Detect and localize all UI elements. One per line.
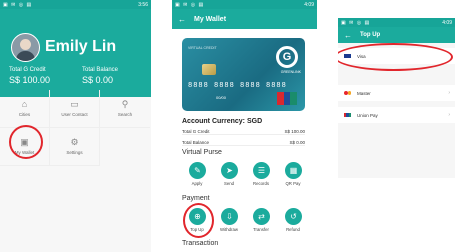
back-arrow-icon[interactable]: ← bbox=[344, 31, 352, 40]
greenlink-logo-icon: G bbox=[276, 46, 298, 68]
profile-screen: ▣ ✉ ◎ ▤ 3:56 Emily Lin Total G Credit S$… bbox=[0, 0, 151, 252]
highlight-ring-top-up bbox=[183, 203, 214, 238]
menu-item-settings[interactable]: ⚙ Settings bbox=[50, 128, 100, 166]
transfer-label: Transfer bbox=[253, 227, 269, 232]
payment-method-master[interactable]: Master › bbox=[338, 85, 455, 101]
card-icon: ▭ bbox=[70, 99, 79, 109]
menu-label: User Contact bbox=[61, 112, 88, 117]
menu-label: Search bbox=[117, 112, 133, 117]
menu-item-user-contact[interactable]: ▭ User Contact bbox=[50, 90, 100, 128]
send-label: Send bbox=[223, 181, 235, 186]
menu-item-cities[interactable]: ⌂ Cities bbox=[0, 90, 50, 128]
page-title: Top Up bbox=[360, 32, 381, 38]
unionpay-logo-icon bbox=[277, 92, 298, 105]
notification-icons: ▣ ✉ ◎ ▤ bbox=[3, 1, 33, 8]
status-time: 4:09 bbox=[304, 1, 314, 8]
page-title: My Wallet bbox=[194, 15, 227, 23]
top-up-screen: ▣ ✉ ◎ ▤ 4:09 ← Top Up Visa Master › Unio… bbox=[338, 18, 455, 178]
withdraw-icon: ⇩ bbox=[226, 212, 233, 221]
qr-pay-label: QR Pay bbox=[285, 181, 301, 186]
records-icon: ☰ bbox=[257, 166, 266, 175]
user-name: Emily Lin bbox=[45, 38, 117, 55]
withdraw-label: Withdraw bbox=[220, 227, 238, 232]
refund-button[interactable]: ↺ bbox=[285, 208, 302, 225]
qr-icon: ▦ bbox=[289, 166, 298, 175]
records-button[interactable]: ☰ bbox=[253, 162, 270, 179]
mastercard-icon bbox=[344, 91, 351, 95]
virtual-purse-title: Virtual Purse bbox=[182, 149, 222, 156]
qr-pay-button[interactable]: ▦ bbox=[285, 162, 302, 179]
transfer-icon: ⇄ bbox=[258, 212, 265, 221]
gear-icon: ⚙ bbox=[70, 137, 79, 147]
payment-method-union-pay[interactable]: Union Pay › bbox=[338, 107, 455, 123]
method-label: Union Pay bbox=[357, 112, 378, 118]
apply-label: Apply bbox=[191, 181, 203, 186]
my-wallet-screen: ▣ ✉ ◎ ▤ 4:09 ← My Wallet VIRTUAL CREDIT … bbox=[172, 0, 317, 252]
home-icon: ⌂ bbox=[21, 99, 28, 109]
status-time: 4:09 bbox=[442, 19, 452, 26]
status-bar: ▣ ✉ ◎ ▤ 4:09 bbox=[338, 18, 455, 27]
highlight-ring-my-wallet bbox=[9, 125, 43, 159]
notification-icons: ▣ ✉ ◎ ▤ bbox=[341, 19, 371, 26]
total-balance-value: S$ 0.00 bbox=[82, 75, 114, 85]
highlight-ring-visa bbox=[338, 43, 453, 71]
apply-icon: ✎ bbox=[194, 166, 201, 175]
app-bar: ← Top Up bbox=[338, 27, 455, 43]
profile-header: Emily Lin Total G Credit S$ 100.00 Total… bbox=[0, 9, 151, 97]
total-balance-row: Total Balance S$ 0.00 bbox=[182, 140, 305, 146]
records-label: Records bbox=[252, 181, 269, 186]
chevron-right-icon: › bbox=[448, 112, 450, 118]
refund-label: Refund bbox=[286, 227, 300, 232]
unionpay-icon bbox=[344, 113, 351, 117]
account-currency: Account Currency: SGD bbox=[182, 118, 263, 125]
send-button[interactable]: ➤ bbox=[221, 162, 238, 179]
total-g-credit-value: S$ 100.00 bbox=[9, 75, 51, 85]
transaction-title: Transaction bbox=[182, 240, 219, 247]
chevron-right-icon: › bbox=[448, 90, 450, 96]
search-icon: ⚲ bbox=[121, 99, 129, 109]
card-brand: GREENLINK bbox=[280, 70, 301, 74]
total-g-credit-label: Total G Credit bbox=[182, 129, 210, 134]
status-bar: ▣ ✉ ◎ ▤ 3:56 bbox=[0, 0, 151, 9]
card-bank-name: VIRTUAL CREDIT bbox=[188, 46, 217, 50]
notification-icons: ▣ ✉ ◎ ▤ bbox=[175, 1, 205, 8]
menu-label: Cities bbox=[18, 112, 31, 117]
method-label: Master bbox=[357, 90, 371, 96]
card-number: 8888 8888 8888 8888 bbox=[188, 82, 287, 90]
transfer-button[interactable]: ⇄ bbox=[253, 208, 270, 225]
avatar[interactable] bbox=[11, 33, 40, 62]
app-bar: ← My Wallet bbox=[172, 9, 317, 29]
total-balance-label: Total Balance bbox=[82, 67, 119, 73]
total-balance-value: S$ 0.00 bbox=[289, 140, 305, 145]
card-valid: 00/00 bbox=[216, 95, 227, 100]
total-balance-label: Total Balance bbox=[182, 140, 210, 145]
withdraw-button[interactable]: ⇩ bbox=[221, 208, 238, 225]
status-time: 3:56 bbox=[138, 1, 148, 8]
total-g-credit-label: Total G Credit bbox=[9, 67, 46, 73]
menu-label: Settings bbox=[66, 150, 83, 155]
apply-button[interactable]: ✎ bbox=[189, 162, 206, 179]
total-g-credit-value: S$ 100.00 bbox=[284, 129, 305, 134]
payment-title: Payment bbox=[182, 195, 210, 202]
send-icon: ➤ bbox=[226, 166, 233, 175]
back-arrow-icon[interactable]: ← bbox=[178, 15, 186, 24]
status-bar: ▣ ✉ ◎ ▤ 4:09 bbox=[172, 0, 317, 9]
menu-item-search[interactable]: ⚲ Search bbox=[100, 90, 150, 128]
total-g-credit-row: Total G Credit S$ 100.00 bbox=[182, 129, 305, 135]
refund-icon: ↺ bbox=[290, 212, 297, 221]
credit-card[interactable]: VIRTUAL CREDIT G GREENLINK 8888 8888 888… bbox=[182, 38, 305, 111]
chip-icon bbox=[202, 64, 216, 75]
